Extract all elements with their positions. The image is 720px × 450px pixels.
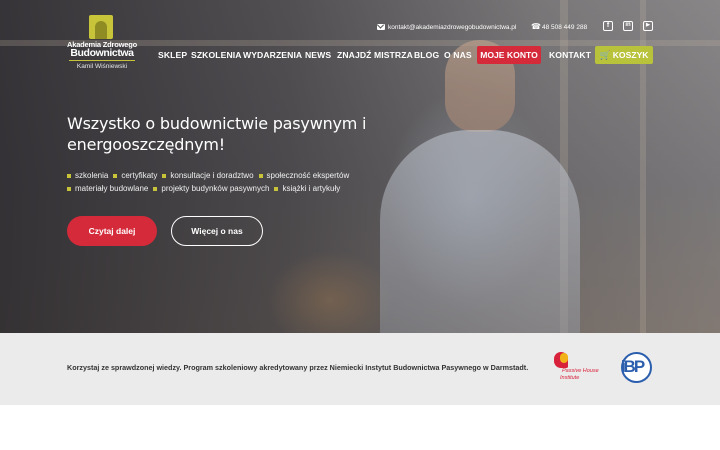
cart-label: KOSZYK: [612, 50, 649, 60]
my-account-button[interactable]: MOJE KONTO: [477, 46, 541, 64]
nav-item-znajdz-mistrza[interactable]: ZNAJDŹ MISTRZA: [337, 46, 413, 64]
hero-tags: szkolenia certyfikaty konsultacje i dora…: [67, 169, 387, 195]
tag-item: społeczność ekspertów: [258, 171, 349, 180]
page: Akademia Zdrowego Budownictwa Kamil Wiśn…: [0, 0, 720, 450]
nav-item-news[interactable]: NEWS: [305, 46, 331, 64]
contact-email: kontakt@akademiazdrowegobudownictwa.pl: [388, 23, 517, 31]
cart-button[interactable]: 🛒 KOSZYK: [595, 46, 653, 64]
nav-item-szkolenia[interactable]: SZKOLENIA: [191, 46, 242, 64]
tag-item: certyfikaty: [113, 171, 157, 180]
bullet-icon: [274, 186, 279, 191]
nav-item-blog[interactable]: BLOG: [414, 46, 439, 64]
passive-house-institute-logo[interactable]: Passive House Institute: [552, 352, 604, 384]
tag-item: książki i artykuły: [274, 184, 340, 193]
linkedin-icon[interactable]: in: [623, 21, 633, 31]
tag-item: projekty budynków pasywnych: [153, 184, 269, 193]
accreditation-text: Korzystaj ze sprawdzonej wiedzy. Program…: [67, 363, 529, 372]
youtube-icon[interactable]: ▶: [643, 21, 653, 31]
hero-person-body: [380, 130, 580, 333]
bullet-icon: [113, 173, 118, 178]
read-more-button[interactable]: Czytaj dalej: [67, 216, 157, 246]
tag-item: szkolenia: [67, 171, 108, 180]
tag-row: szkolenia certyfikaty konsultacje i dora…: [67, 169, 387, 182]
tag-item: materiały budowlane: [67, 184, 148, 193]
passive-house-line-1: Passive House: [562, 368, 599, 374]
nav-item-o-nas[interactable]: O NAS: [444, 46, 472, 64]
about-us-button[interactable]: Więcej o nas: [171, 216, 263, 246]
tag-row: materiały budowlane projekty budynków pa…: [67, 182, 387, 195]
mail-icon: [377, 24, 385, 30]
bullet-icon: [162, 173, 167, 178]
passive-house-mark-accent: [560, 353, 568, 363]
contact-email-link[interactable]: kontakt@akademiazdrowegobudownictwa.pl: [377, 21, 516, 33]
hero-title: Wszystko o budownictwie pasywnym i energ…: [67, 114, 367, 154]
nav-item-sklep[interactable]: SKLEP: [158, 46, 187, 64]
tag-item: konsultacje i doradztwo: [162, 171, 254, 180]
hero-section: Akademia Zdrowego Budownictwa Kamil Wiśn…: [0, 0, 720, 333]
contact-phone: 48 508 449 288: [542, 23, 588, 31]
facebook-icon[interactable]: f: [603, 21, 613, 31]
logo-line-3: Kamil Wiśniewski: [76, 63, 128, 70]
bullet-icon: [258, 173, 263, 178]
phone-icon: ☎: [531, 22, 541, 31]
bullet-icon: [153, 186, 158, 191]
nav-item-kontakt[interactable]: KONTAKT: [549, 46, 591, 64]
passive-house-line-2: Institute: [560, 375, 580, 381]
bullet-icon: [67, 186, 71, 191]
bullet-icon: [67, 173, 71, 178]
logo-divider: [69, 60, 135, 61]
contact-phone-link[interactable]: ☎ 48 508 449 288: [531, 21, 587, 33]
logo-mark-icon: [89, 15, 113, 39]
cart-icon: 🛒: [599, 50, 611, 60]
logo-line-2: Budownictwa: [70, 47, 134, 59]
nav-item-wydarzenia[interactable]: WYDARZENIA: [243, 46, 302, 64]
site-logo[interactable]: Akademia Zdrowego Budownictwa Kamil Wiśn…: [67, 15, 137, 71]
ibp-logo-text: iBP: [620, 357, 645, 376]
ibp-logo[interactable]: iBP: [611, 352, 653, 383]
